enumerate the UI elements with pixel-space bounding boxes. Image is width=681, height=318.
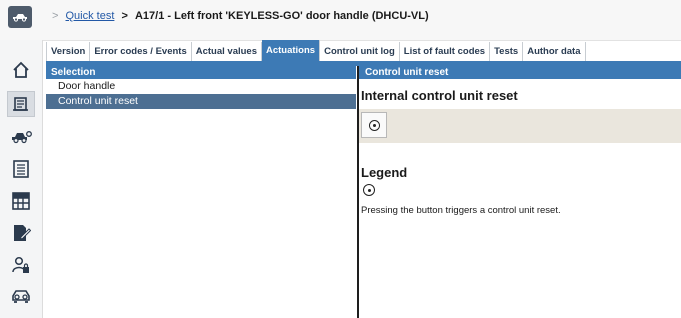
control-unit-icon[interactable] [7, 91, 35, 117]
tab-actual-values[interactable]: Actual values [191, 42, 262, 61]
selection-list: Door handle Control unit reset [46, 79, 356, 109]
icon-sidebar [0, 40, 43, 318]
tab-tests[interactable]: Tests [490, 42, 524, 61]
breadcrumb-link-quick-test[interactable]: Quick test [66, 10, 115, 22]
selection-header: Selection [46, 66, 356, 79]
tab-bar: Version Error codes / Events Actual valu… [46, 40, 586, 61]
legend-reset-circle-icon [363, 184, 375, 196]
car-wrench-icon[interactable] [8, 125, 34, 149]
grid-icon[interactable] [8, 189, 34, 213]
vehicle-front-icon[interactable] [8, 284, 34, 308]
tab-version[interactable]: Version [46, 42, 91, 61]
tab-control-unit-log[interactable]: Control unit log [320, 42, 400, 61]
car-icon[interactable] [8, 6, 32, 28]
legend-text: Pressing the button triggers a control u… [361, 205, 561, 216]
legend-title: Legend [361, 165, 408, 180]
list-item-door-handle[interactable]: Door handle [46, 79, 356, 94]
list-icon[interactable] [8, 157, 34, 181]
document-edit-icon[interactable] [8, 221, 34, 245]
detail-header: Control unit reset [359, 66, 681, 79]
list-item-control-unit-reset[interactable]: Control unit reset [46, 94, 356, 109]
user-lock-icon[interactable] [8, 253, 34, 277]
tab-author-data[interactable]: Author data [523, 42, 586, 61]
reset-circle-icon [368, 119, 380, 131]
breadcrumb-current: A17/1 - Left front 'KEYLESS-GO' door han… [134, 10, 429, 22]
breadcrumb-separator: > [52, 10, 59, 22]
header-bar: > Quick test > A17/1 - Left front 'KEYLE… [0, 0, 681, 41]
breadcrumb: > Quick test > A17/1 - Left front 'KEYLE… [52, 10, 429, 22]
home-icon[interactable] [8, 58, 34, 82]
action-bar [359, 109, 681, 143]
detail-title: Internal control unit reset [361, 88, 518, 103]
tab-error-codes-events[interactable]: Error codes / Events [90, 42, 192, 61]
reset-button[interactable] [361, 112, 387, 138]
breadcrumb-arrow: > [121, 10, 128, 22]
tab-actuations[interactable]: Actuations [261, 40, 321, 61]
panel-divider[interactable] [357, 66, 359, 318]
tab-list-of-fault-codes[interactable]: List of fault codes [399, 42, 491, 61]
